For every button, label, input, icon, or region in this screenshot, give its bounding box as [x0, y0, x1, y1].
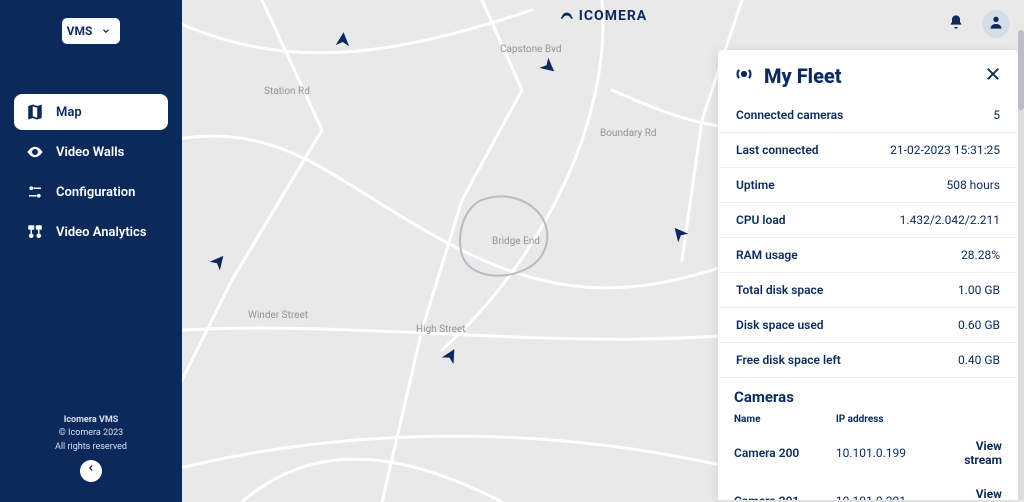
sidebar: VMS Map Video Walls C: [0, 0, 182, 502]
user-icon: [988, 14, 1004, 34]
footer-copyright: © Icomera 2023: [0, 427, 182, 441]
stat-value: 21-02-2023 15:31:25: [890, 143, 1000, 157]
stat-label: Connected cameras: [736, 108, 843, 122]
cameras-header-name: Name: [734, 414, 836, 425]
stat-row: Connected cameras 5: [720, 98, 1016, 133]
eye-icon: [26, 143, 44, 161]
footer-rights: All rights reserved: [0, 441, 182, 455]
nav-item-video-analytics[interactable]: Video Analytics: [14, 214, 168, 250]
nav-item-label: Configuration: [56, 185, 135, 200]
stat-value: 28.28%: [961, 248, 1000, 262]
stat-value: 1.00 GB: [958, 283, 1000, 297]
stat-label: Last connected: [736, 143, 819, 157]
camera-ip: 10.101.0.201: [836, 494, 943, 500]
broadcast-icon: [734, 64, 754, 88]
stat-value: 508 hours: [946, 178, 1000, 192]
cameras-header-row: Name IP address: [718, 410, 1018, 429]
cameras-header-ip: IP address: [836, 414, 943, 425]
bell-icon: [948, 14, 964, 34]
vehicle-marker[interactable]: [210, 252, 228, 270]
view-stream-link[interactable]: View stream: [943, 487, 1002, 500]
brand-swoosh-icon: [559, 8, 575, 24]
panel-close-button[interactable]: [984, 65, 1002, 87]
stat-value: 0.60 GB: [958, 318, 1000, 332]
stat-label: Total disk space: [736, 283, 823, 297]
brand-logo: ICOMERA: [559, 8, 647, 24]
stat-value: 0.40 GB: [958, 353, 1000, 367]
stat-row: Last connected 21-02-2023 15:31:25: [720, 133, 1016, 168]
camera-name: Camera 201: [734, 494, 836, 500]
stat-label: CPU load: [736, 213, 786, 227]
nav: Map Video Walls Configuration Video Anal…: [0, 94, 182, 250]
camera-row: Camera 20110.101.0.201View stream: [718, 477, 1018, 500]
stat-row: Uptime 508 hours: [720, 168, 1016, 203]
sidebar-footer: Icomera VMS © Icomera 2023 All rights re…: [0, 414, 182, 502]
stat-row: Disk space used 0.60 GB: [720, 308, 1016, 343]
footer-product-name: Icomera VMS: [0, 414, 182, 428]
panel-header: My Fleet: [718, 50, 1018, 98]
fleet-panel: My Fleet Connected cameras 5 Last connecte…: [718, 50, 1018, 500]
top-actions: [942, 10, 1010, 38]
camera-row: Camera 20010.101.0.199View stream: [718, 429, 1018, 477]
camera-ip: 10.101.0.199: [836, 446, 943, 460]
panel-title: My Fleet: [764, 64, 974, 88]
stat-row: RAM usage 28.28%: [720, 238, 1016, 273]
product-switch-label: VMS: [67, 24, 93, 38]
chevron-down-icon: [97, 22, 115, 40]
view-stream-link[interactable]: View stream: [943, 439, 1002, 467]
sliders-icon: [26, 183, 44, 201]
product-switch[interactable]: VMS: [62, 18, 120, 44]
stat-label: Uptime: [736, 178, 775, 192]
panel-scrollbar-track[interactable]: [1018, 50, 1024, 500]
nav-item-configuration[interactable]: Configuration: [14, 174, 168, 210]
map-icon: [26, 103, 44, 121]
stat-row: Total disk space 1.00 GB: [720, 273, 1016, 308]
panel-scrollbar-thumb[interactable]: [1018, 30, 1024, 110]
close-icon: [984, 68, 1002, 87]
stats-list: Connected cameras 5 Last connected 21-02-20…: [718, 98, 1018, 378]
notifications-button[interactable]: [942, 10, 970, 38]
nav-item-label: Map: [56, 105, 82, 120]
cameras-list: Camera 20010.101.0.199View streamCamera …: [718, 429, 1018, 500]
stat-value: 5: [993, 108, 1000, 122]
stat-label: Disk space used: [736, 318, 824, 332]
map-area[interactable]: Capstone Bvd Station Rd Boundary Rd Brid…: [182, 0, 1024, 502]
vehicle-marker[interactable]: [670, 224, 688, 242]
brand-name: ICOMERA: [579, 8, 647, 24]
stat-row: Free disk space left 0.40 GB: [720, 343, 1016, 378]
stat-label: Free disk space left: [736, 353, 841, 367]
cameras-section-title: Cameras: [718, 378, 1018, 410]
chevron-left-icon: [86, 463, 96, 479]
stat-label: RAM usage: [736, 248, 798, 262]
vehicle-marker[interactable]: [442, 346, 460, 364]
stat-value: 1.432/2.042/2.211: [900, 213, 1000, 227]
analytics-icon: [26, 223, 44, 241]
vehicle-marker[interactable]: [334, 30, 352, 48]
nav-item-video-walls[interactable]: Video Walls: [14, 134, 168, 170]
vehicle-marker[interactable]: [540, 58, 558, 76]
sidebar-collapse-button[interactable]: [80, 460, 102, 482]
stat-row: CPU load 1.432/2.042/2.211: [720, 203, 1016, 238]
account-button[interactable]: [982, 10, 1010, 38]
nav-item-label: Video Walls: [56, 145, 124, 160]
nav-item-label: Video Analytics: [56, 225, 147, 240]
camera-name: Camera 200: [734, 446, 836, 460]
nav-item-map[interactable]: Map: [14, 94, 168, 130]
